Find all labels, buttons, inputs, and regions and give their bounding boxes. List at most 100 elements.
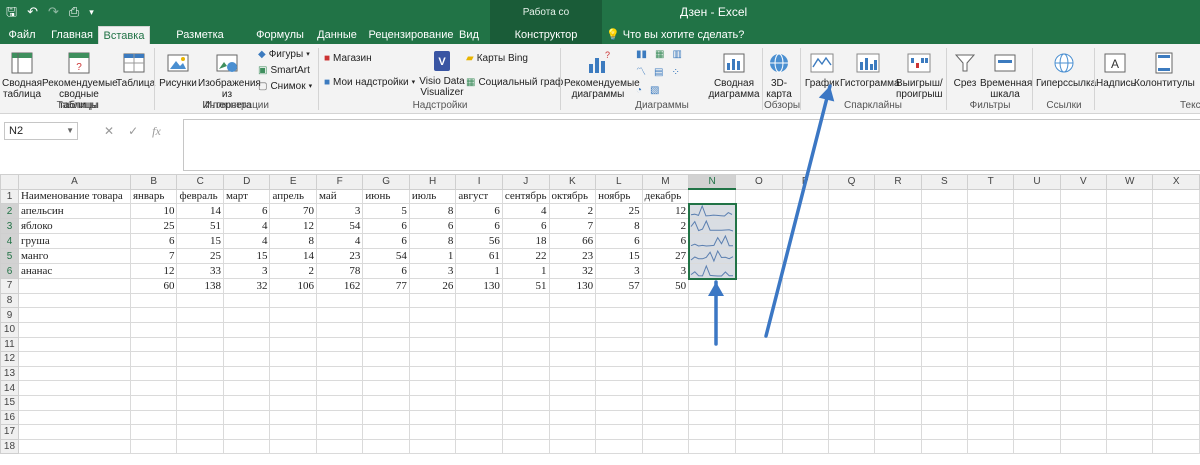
- cell[interactable]: [874, 203, 922, 220]
- value-cell[interactable]: 32: [548, 263, 597, 280]
- cell[interactable]: [17, 394, 131, 411]
- cell[interactable]: [223, 424, 271, 440]
- cell[interactable]: [735, 424, 783, 440]
- column-header[interactable]: B: [129, 174, 178, 190]
- cell[interactable]: [781, 424, 829, 440]
- cell[interactable]: [17, 424, 131, 440]
- value-cell[interactable]: 1: [501, 263, 550, 280]
- cell[interactable]: [595, 394, 643, 411]
- cell[interactable]: [735, 394, 783, 411]
- cell[interactable]: [1059, 218, 1108, 235]
- column-header[interactable]: X: [1152, 174, 1200, 190]
- cell[interactable]: [595, 307, 643, 323]
- cell[interactable]: [920, 424, 968, 440]
- total-cell[interactable]: 51: [501, 278, 550, 294]
- cell[interactable]: [641, 409, 690, 426]
- cell[interactable]: [269, 307, 317, 323]
- cell[interactable]: [827, 424, 876, 440]
- value-cell[interactable]: 3: [315, 203, 364, 220]
- cell[interactable]: [455, 307, 503, 323]
- recommended-charts-button[interactable]: ? Рекомендуемые диаграммы: [564, 50, 640, 100]
- cell[interactable]: [688, 278, 737, 294]
- row-header[interactable]: 18: [0, 438, 19, 455]
- total-cell[interactable]: 130: [455, 278, 503, 294]
- cell[interactable]: [1152, 321, 1200, 338]
- cell[interactable]: [641, 438, 690, 455]
- cell[interactable]: [966, 336, 1015, 353]
- cell[interactable]: [688, 336, 737, 353]
- row-header[interactable]: 10: [0, 321, 19, 338]
- cell[interactable]: [408, 380, 457, 396]
- cell[interactable]: [781, 233, 829, 250]
- value-cell[interactable]: 8: [408, 233, 457, 250]
- hierarchy-chart-icon[interactable]: ▦: [655, 48, 664, 61]
- cell[interactable]: [1106, 351, 1154, 367]
- cell[interactable]: [641, 380, 690, 396]
- value-cell[interactable]: 8: [408, 203, 457, 220]
- cell[interactable]: [874, 263, 922, 280]
- total-cell[interactable]: 57: [595, 278, 643, 294]
- value-cell[interactable]: 54: [362, 248, 410, 265]
- header-cell[interactable]: август: [455, 188, 503, 205]
- total-cell[interactable]: 130: [548, 278, 597, 294]
- value-cell[interactable]: 6: [641, 233, 690, 250]
- cell[interactable]: [176, 321, 225, 338]
- combo-chart-icon[interactable]: ▧: [650, 84, 659, 97]
- cell[interactable]: [688, 321, 737, 338]
- cell[interactable]: [1106, 203, 1154, 220]
- product-name-cell[interactable]: яблоко: [17, 218, 131, 235]
- cell[interactable]: [362, 365, 410, 382]
- cell[interactable]: [1152, 188, 1200, 205]
- value-cell[interactable]: 7: [129, 248, 178, 265]
- cell[interactable]: [17, 380, 131, 396]
- row-header[interactable]: 13: [0, 365, 19, 382]
- undo-icon[interactable]: ↶: [27, 4, 38, 20]
- cell[interactable]: [315, 438, 364, 455]
- cell[interactable]: [1059, 336, 1108, 353]
- cell[interactable]: [129, 351, 178, 367]
- cell[interactable]: [641, 365, 690, 382]
- value-cell[interactable]: 3: [408, 263, 457, 280]
- cell[interactable]: [455, 380, 503, 396]
- cell[interactable]: [595, 321, 643, 338]
- value-cell[interactable]: 10: [129, 203, 178, 220]
- cell[interactable]: [315, 292, 364, 309]
- cell[interactable]: [1106, 218, 1154, 235]
- cell[interactable]: [781, 321, 829, 338]
- total-cell[interactable]: 60: [129, 278, 178, 294]
- cell[interactable]: [827, 188, 876, 205]
- cell[interactable]: [176, 307, 225, 323]
- cell[interactable]: [1059, 278, 1108, 294]
- slicer-button[interactable]: Срез: [950, 50, 980, 89]
- cell[interactable]: [362, 424, 410, 440]
- cell[interactable]: [176, 351, 225, 367]
- header-cell[interactable]: Наименование товара: [17, 188, 131, 205]
- cell[interactable]: [1152, 233, 1200, 250]
- row-header[interactable]: 17: [0, 424, 19, 440]
- cell[interactable]: [1152, 424, 1200, 440]
- cell[interactable]: [223, 394, 271, 411]
- cell[interactable]: [920, 351, 968, 367]
- cell[interactable]: [781, 409, 829, 426]
- column-header[interactable]: V: [1059, 174, 1108, 190]
- tab-data[interactable]: Данные: [312, 26, 362, 44]
- cell[interactable]: [176, 380, 225, 396]
- value-cell[interactable]: 51: [176, 218, 225, 235]
- column-header[interactable]: J: [501, 174, 550, 190]
- cell[interactable]: [408, 394, 457, 411]
- cells-table[interactable]: A B C D E F G H I J K L M N O P Q R S T U V W X 1 Наименование то…: [0, 174, 1200, 455]
- timeline-button[interactable]: Временная шкала: [980, 50, 1032, 100]
- cell[interactable]: [966, 409, 1015, 426]
- cell[interactable]: [1152, 248, 1200, 265]
- sparkline-cell[interactable]: [688, 248, 737, 265]
- cell[interactable]: [920, 365, 968, 382]
- value-cell[interactable]: 12: [269, 218, 317, 235]
- cell[interactable]: [1152, 365, 1200, 382]
- tab-insert[interactable]: Вставка: [98, 26, 150, 44]
- value-cell[interactable]: 4: [501, 203, 550, 220]
- column-header[interactable]: K: [548, 174, 597, 190]
- cell[interactable]: [17, 278, 131, 294]
- column-header[interactable]: D: [223, 174, 271, 190]
- cell[interactable]: [688, 365, 737, 382]
- cell[interactable]: [781, 336, 829, 353]
